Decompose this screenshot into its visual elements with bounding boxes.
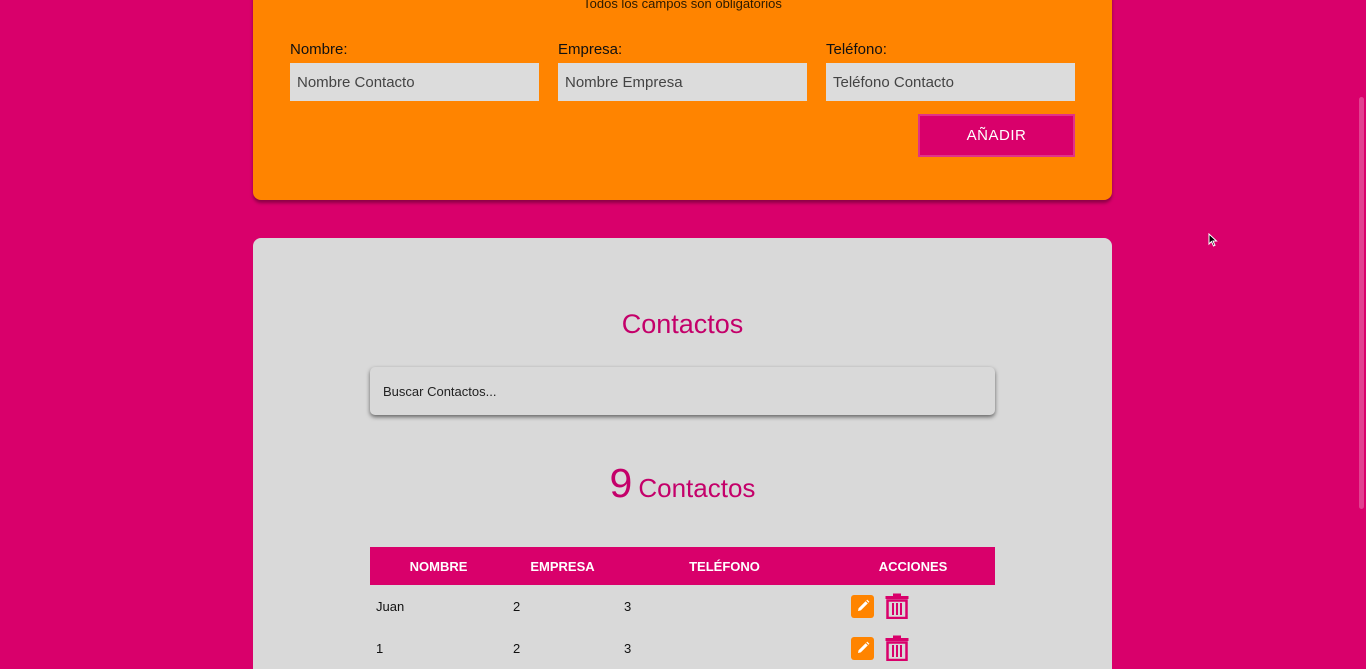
cell-nombre: 1 bbox=[376, 640, 384, 656]
search-input[interactable] bbox=[370, 367, 995, 415]
phone-field: Teléfono: bbox=[826, 41, 1075, 101]
company-label: Empresa: bbox=[558, 41, 623, 58]
contacts-count-number: 9 bbox=[609, 460, 633, 506]
cell-acciones bbox=[831, 627, 995, 669]
cell-telefono: 3 bbox=[624, 598, 632, 614]
cell-nombre: Juan bbox=[376, 598, 405, 614]
phone-label: Teléfono: bbox=[826, 41, 887, 58]
table-header-row: NOMBRE EMPRESA TELÉFONO ACCIONES bbox=[370, 547, 995, 585]
contacts-title: Contactos bbox=[621, 309, 744, 339]
add-contact-form: Todos los campos son obligatorios Nombre… bbox=[253, 0, 1112, 200]
company-input[interactable] bbox=[558, 63, 807, 101]
row-actions bbox=[837, 635, 989, 661]
edit-button[interactable] bbox=[851, 636, 874, 660]
contacts-panel: Contactos 9Contactos NOMBRE EMPRESA TELÉ… bbox=[253, 238, 1112, 669]
cell-acciones bbox=[831, 585, 995, 627]
contacts-table: NOMBRE EMPRESA TELÉFONO ACCIONES Juan 2 … bbox=[370, 547, 995, 669]
column-header-empresa: EMPRESA bbox=[530, 558, 595, 574]
company-field: Empresa: bbox=[558, 41, 807, 101]
page-scrollbar[interactable] bbox=[1359, 97, 1364, 509]
cell-telefono: 3 bbox=[624, 640, 632, 656]
table-header: NOMBRE EMPRESA TELÉFONO ACCIONES bbox=[370, 547, 995, 585]
row-actions bbox=[837, 593, 989, 619]
column-header-acciones: ACCIONES bbox=[878, 558, 948, 574]
cell-empresa: 2 bbox=[513, 598, 521, 614]
edit-button[interactable] bbox=[851, 594, 874, 618]
table-body: Juan 2 3 1 2 3 bbox=[370, 585, 995, 669]
add-button[interactable]: AÑADIR bbox=[918, 114, 1075, 157]
column-header-nombre: NOMBRE bbox=[409, 558, 468, 574]
pencil-icon bbox=[857, 599, 869, 611]
pencil-icon bbox=[857, 641, 869, 653]
phone-input[interactable] bbox=[826, 63, 1075, 101]
delete-button[interactable] bbox=[885, 635, 909, 661]
required-fields-note: Todos los campos son obligatorios bbox=[583, 0, 782, 11]
contacts-count-label: Contactos bbox=[638, 473, 756, 503]
table-row: Juan 2 3 bbox=[370, 585, 995, 627]
name-input[interactable] bbox=[290, 63, 539, 101]
mouse-cursor-icon bbox=[1208, 233, 1218, 247]
cell-empresa: 2 bbox=[513, 640, 521, 656]
table-row: 1 2 3 bbox=[370, 627, 995, 669]
contacts-count: 9 Contactos bbox=[253, 460, 1112, 507]
delete-button[interactable] bbox=[885, 593, 909, 619]
name-field: Nombre: bbox=[290, 41, 539, 101]
trash-icon bbox=[885, 635, 909, 661]
name-label: Nombre: bbox=[290, 41, 348, 58]
trash-icon bbox=[885, 593, 909, 619]
page: Todos los campos son obligatorios Nombre… bbox=[0, 0, 1366, 669]
column-header-telefono: TELÉFONO bbox=[689, 558, 760, 574]
